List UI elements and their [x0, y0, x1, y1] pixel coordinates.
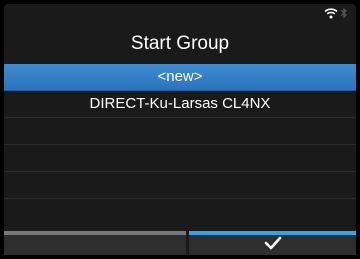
status-bar: [324, 6, 348, 24]
list-item-label: DIRECT-Ku-Larsas CL4NX: [89, 95, 271, 112]
group-list: <new> DIRECT-Ku-Larsas CL4NX: [4, 64, 356, 199]
display-panel: Start Group <new> DIRECT-Ku-Larsas CL4NX: [4, 4, 356, 255]
soft-key-left[interactable]: [4, 231, 186, 255]
checkmark-icon: [264, 236, 282, 255]
page-title: Start Group: [130, 33, 230, 54]
list-item-empty: [4, 145, 356, 172]
soft-key-right-indicator: [189, 231, 356, 235]
list-item-empty: [4, 118, 356, 145]
bluetooth-icon: [340, 6, 348, 24]
confirm-button[interactable]: [189, 231, 356, 255]
list-item-direct-group[interactable]: DIRECT-Ku-Larsas CL4NX: [4, 91, 356, 118]
list-item-empty: [4, 172, 356, 199]
list-item-new[interactable]: <new>: [4, 64, 356, 91]
wifi-icon: [324, 6, 338, 24]
soft-key-bar: [4, 231, 356, 255]
soft-key-left-indicator: [4, 231, 186, 235]
list-item-label: <new>: [157, 68, 203, 85]
printer-display: Start Group <new> DIRECT-Ku-Larsas CL4NX: [0, 0, 360, 259]
